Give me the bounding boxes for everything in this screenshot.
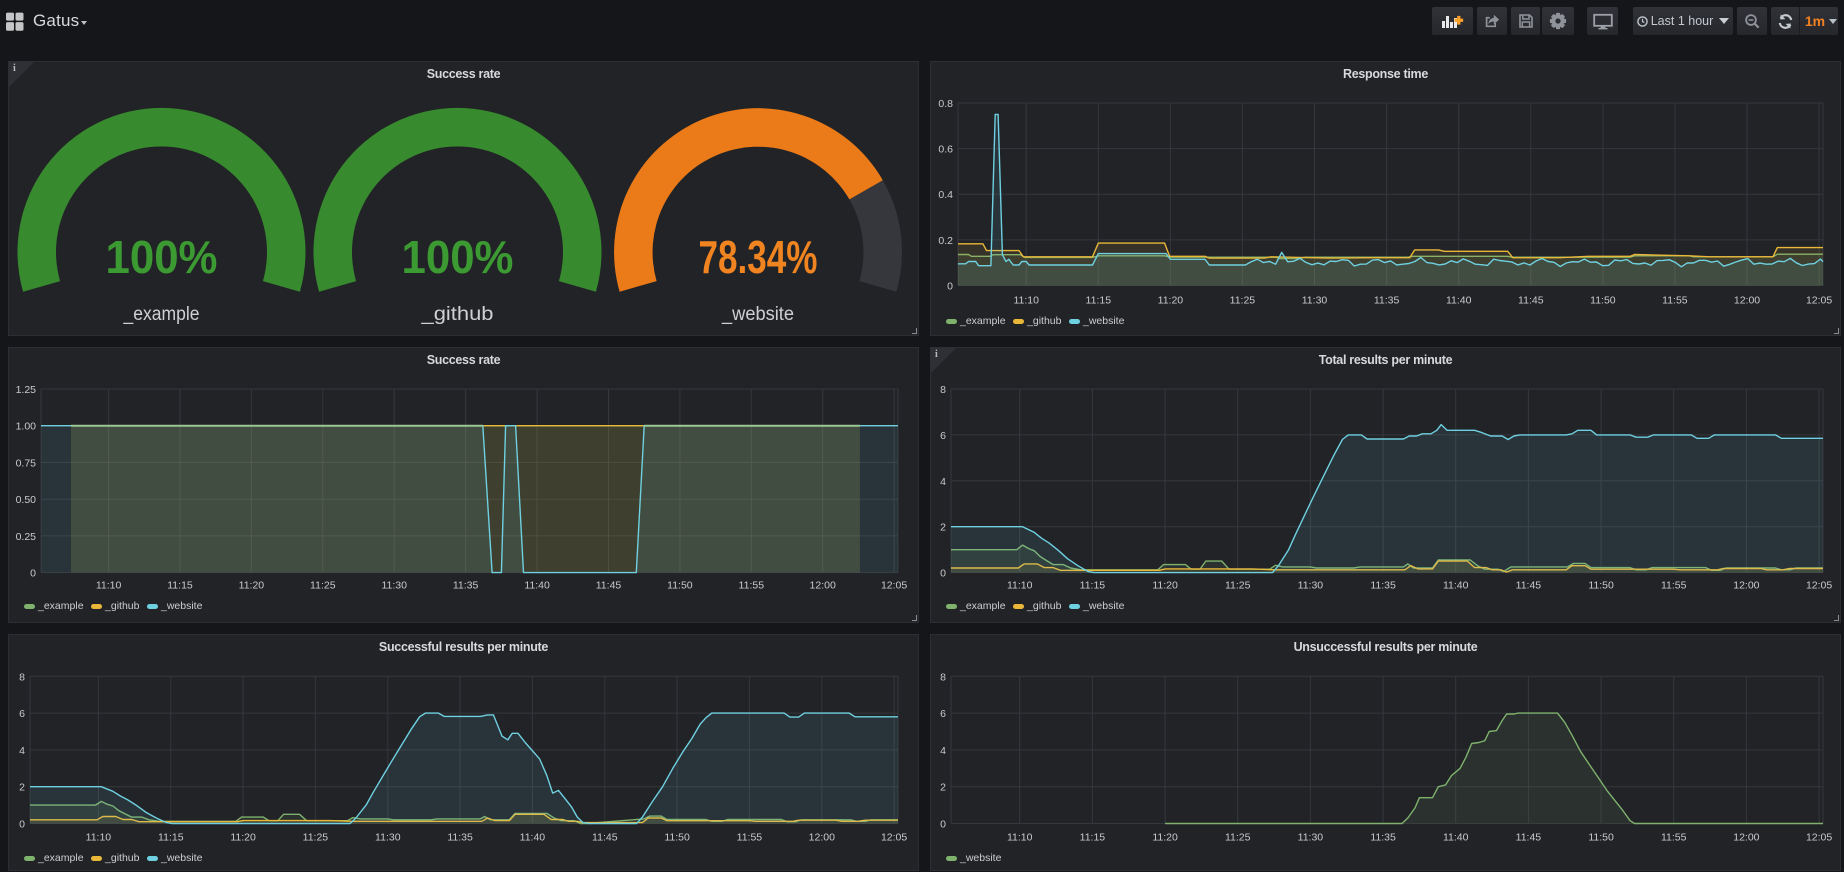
svg-text:6: 6 — [940, 708, 946, 720]
svg-text:4: 4 — [940, 476, 946, 488]
svg-text:11:25: 11:25 — [310, 580, 336, 592]
svg-text:11:35: 11:35 — [1374, 295, 1400, 307]
svg-text:11:45: 11:45 — [1518, 295, 1544, 307]
svg-text:11:55: 11:55 — [1661, 580, 1687, 592]
svg-text:11:55: 11:55 — [739, 580, 765, 592]
svg-text:1.25: 1.25 — [16, 384, 37, 396]
svg-text:0: 0 — [947, 281, 953, 293]
svg-text:0.25: 0.25 — [16, 531, 37, 543]
svg-text:11:50: 11:50 — [1588, 580, 1614, 592]
svg-text:1.00: 1.00 — [16, 421, 37, 433]
svg-text:0: 0 — [30, 568, 36, 580]
svg-text:11:25: 11:25 — [303, 832, 329, 844]
svg-text:11:45: 11:45 — [592, 832, 618, 844]
svg-text:100%: 100% — [402, 231, 514, 283]
svg-text:11:15: 11:15 — [1086, 295, 1112, 307]
svg-text:12:00: 12:00 — [1733, 832, 1759, 844]
svg-text:0.8: 0.8 — [938, 98, 953, 110]
svg-text:0.6: 0.6 — [938, 144, 953, 156]
svg-text:_website: _website — [721, 304, 794, 325]
svg-text:11:35: 11:35 — [447, 832, 473, 844]
svg-text:0: 0 — [19, 819, 25, 831]
svg-text:11:20: 11:20 — [1152, 580, 1178, 592]
svg-text:12:05: 12:05 — [1806, 832, 1832, 844]
svg-text:11:35: 11:35 — [1370, 580, 1396, 592]
svg-text:0: 0 — [940, 568, 946, 580]
svg-text:2: 2 — [940, 782, 946, 794]
svg-text:100%: 100% — [106, 231, 218, 283]
svg-text:11:20: 11:20 — [230, 832, 256, 844]
svg-text:0.2: 0.2 — [938, 235, 953, 247]
svg-text:11:10: 11:10 — [1007, 580, 1033, 592]
svg-text:11:55: 11:55 — [1662, 295, 1688, 307]
svg-text:6: 6 — [940, 430, 946, 442]
svg-text:11:25: 11:25 — [1225, 832, 1251, 844]
svg-text:11:20: 11:20 — [1152, 832, 1178, 844]
svg-text:12:05: 12:05 — [1806, 295, 1832, 307]
svg-text:2: 2 — [940, 522, 946, 534]
svg-text:2: 2 — [19, 782, 25, 794]
svg-text:11:40: 11:40 — [1443, 580, 1469, 592]
svg-text:11:20: 11:20 — [1158, 295, 1184, 307]
svg-text:11:35: 11:35 — [453, 580, 479, 592]
svg-text:11:40: 11:40 — [520, 832, 546, 844]
svg-text:11:10: 11:10 — [86, 832, 112, 844]
svg-text:11:50: 11:50 — [664, 832, 690, 844]
svg-text:0.4: 0.4 — [938, 189, 953, 201]
svg-text:4: 4 — [19, 745, 25, 757]
svg-text:11:15: 11:15 — [158, 832, 184, 844]
svg-text:11:20: 11:20 — [239, 580, 265, 592]
svg-text:12:00: 12:00 — [810, 580, 836, 592]
svg-text:11:40: 11:40 — [1443, 832, 1469, 844]
svg-text:12:00: 12:00 — [809, 832, 835, 844]
svg-text:11:10: 11:10 — [1007, 832, 1033, 844]
svg-text:11:40: 11:40 — [524, 580, 550, 592]
svg-text:11:30: 11:30 — [1298, 580, 1324, 592]
svg-text:11:50: 11:50 — [667, 580, 693, 592]
svg-text:11:45: 11:45 — [1516, 580, 1542, 592]
svg-text:0.75: 0.75 — [16, 457, 37, 469]
svg-text:11:30: 11:30 — [1302, 295, 1328, 307]
svg-text:12:05: 12:05 — [881, 580, 907, 592]
svg-text:8: 8 — [19, 671, 25, 683]
svg-text:8: 8 — [940, 671, 946, 683]
svg-text:11:30: 11:30 — [375, 832, 401, 844]
svg-text:11:45: 11:45 — [596, 580, 622, 592]
svg-text:11:15: 11:15 — [167, 580, 193, 592]
svg-text:11:40: 11:40 — [1446, 295, 1472, 307]
svg-text:11:10: 11:10 — [96, 580, 122, 592]
svg-text:8: 8 — [940, 384, 946, 396]
svg-text:11:55: 11:55 — [737, 832, 763, 844]
svg-text:11:30: 11:30 — [1298, 832, 1324, 844]
svg-text:_example: _example — [123, 304, 200, 325]
svg-text:11:15: 11:15 — [1080, 580, 1106, 592]
svg-text:11:35: 11:35 — [1370, 832, 1396, 844]
svg-text:0: 0 — [940, 819, 946, 831]
svg-text:11:50: 11:50 — [1590, 295, 1616, 307]
svg-text:0.50: 0.50 — [16, 494, 37, 506]
svg-text:4: 4 — [940, 745, 946, 757]
svg-text:11:15: 11:15 — [1080, 832, 1106, 844]
svg-text:12:05: 12:05 — [881, 832, 907, 844]
svg-text:_github: _github — [420, 304, 493, 325]
svg-text:12:00: 12:00 — [1734, 295, 1760, 307]
svg-text:6: 6 — [19, 708, 25, 720]
svg-text:11:25: 11:25 — [1225, 580, 1251, 592]
svg-text:11:45: 11:45 — [1516, 832, 1542, 844]
svg-text:12:05: 12:05 — [1806, 580, 1832, 592]
svg-text:11:55: 11:55 — [1661, 832, 1687, 844]
svg-text:11:30: 11:30 — [381, 580, 407, 592]
svg-text:78.34%: 78.34% — [699, 231, 818, 283]
svg-text:11:25: 11:25 — [1230, 295, 1256, 307]
svg-text:12:00: 12:00 — [1733, 580, 1759, 592]
svg-text:11:50: 11:50 — [1588, 832, 1614, 844]
svg-text:11:10: 11:10 — [1013, 295, 1039, 307]
